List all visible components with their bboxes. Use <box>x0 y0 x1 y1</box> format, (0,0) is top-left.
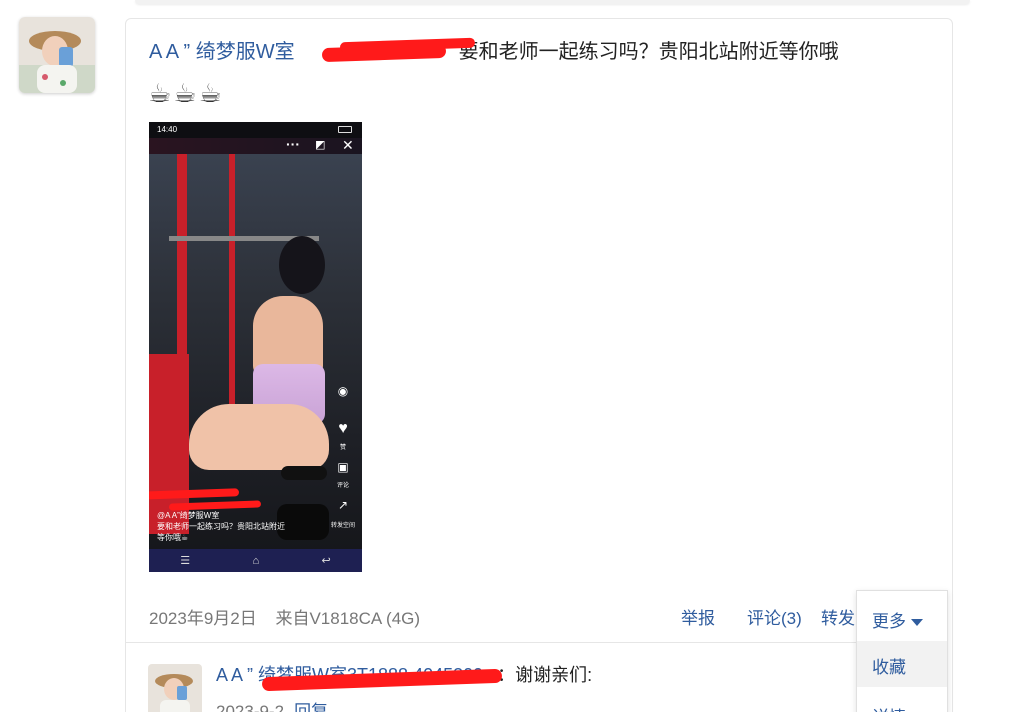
reply-meta: 2023-9-2 回复 <box>216 697 328 712</box>
machine-seat <box>281 466 327 480</box>
post-source: 来自V1818CA (4G) <box>275 609 421 628</box>
reply-button[interactable]: 回复 <box>294 702 328 712</box>
person-legs <box>189 404 329 470</box>
creator-avatar-icon: ◉ <box>337 384 349 398</box>
close-icon: ✕ <box>342 137 354 153</box>
report-link[interactable]: 举报 <box>681 604 715 629</box>
machine-frame <box>229 154 235 424</box>
caption-text-cont: 等你哦☕ <box>157 533 189 542</box>
caption-author: @A A”绮梦服W室 <box>157 511 220 520</box>
post-username-link[interactable]: A A ” 绮梦服W室 <box>149 41 295 63</box>
previous-card-edge <box>135 0 970 4</box>
post-image[interactable]: 14:40 ··· ◩ ✕ ◉ ♥ 赞 ▣ 评论 ↗ 转发空间 @A A”绮梦服… <box>149 122 362 572</box>
home-icon: ⌂ <box>252 554 260 567</box>
share-icon: ↗ <box>337 498 349 512</box>
more-dropdown: 更多 收藏 详情 <box>856 590 948 712</box>
coffee-emojis: ☕☕☕ <box>148 78 224 108</box>
video-caption: @A A”绮梦服W室 要和老师一起练习吗？贵阳北站附近 等你哦☕ <box>157 510 317 543</box>
pip-icon: ◩ <box>315 139 326 151</box>
post-meta: 2023年9月2日 来自V1818CA (4G) <box>149 604 420 629</box>
comment-label: 评论 <box>336 483 349 489</box>
share-label: 转发空间 <box>330 523 355 529</box>
more-button[interactable]: 更多 <box>857 591 947 641</box>
status-time: 14:40 <box>157 125 178 134</box>
phone-nav-bar: ☰ ⌂ ↩ <box>149 549 362 572</box>
reply-avatar[interactable] <box>148 664 202 712</box>
post-date: 2023年9月2日 <box>149 609 257 628</box>
caret-down-icon <box>911 619 923 627</box>
more-dots-icon: ··· <box>286 136 300 152</box>
divider <box>126 642 856 643</box>
comment-link[interactable]: 评论(3) <box>747 604 802 629</box>
menu-icon: ☰ <box>180 555 191 567</box>
more-label: 更多 <box>872 612 906 631</box>
like-label: 赞 <box>339 445 346 451</box>
caption-text: 要和老师一起练习吗？贵阳北站附近 <box>157 522 285 531</box>
video-top-bar: ··· ◩ ✕ <box>149 136 362 154</box>
battery-icon <box>338 126 352 133</box>
reply-text: ：谢谢亲们: <box>497 665 593 685</box>
post-header: A A ” 绮梦服W室 要和老师一起练习吗？贵阳北站附近等你哦 <box>149 38 839 66</box>
details-menu-item[interactable]: 详情 <box>857 691 947 712</box>
forward-link[interactable]: 转发 <box>821 604 855 629</box>
post-text: 要和老师一起练习吗？贵阳北站附近等你哦 <box>458 41 839 63</box>
back-icon: ↩ <box>321 555 331 567</box>
avatar[interactable] <box>19 17 95 93</box>
comment-icon: ▣ <box>337 460 349 474</box>
heart-icon: ♥ <box>338 420 348 437</box>
reply-date: 2023-9-2 <box>216 702 285 712</box>
person-hair <box>279 236 325 294</box>
favorite-menu-item[interactable]: 收藏 <box>857 641 947 687</box>
phone-status-bar: 14:40 <box>149 122 362 138</box>
